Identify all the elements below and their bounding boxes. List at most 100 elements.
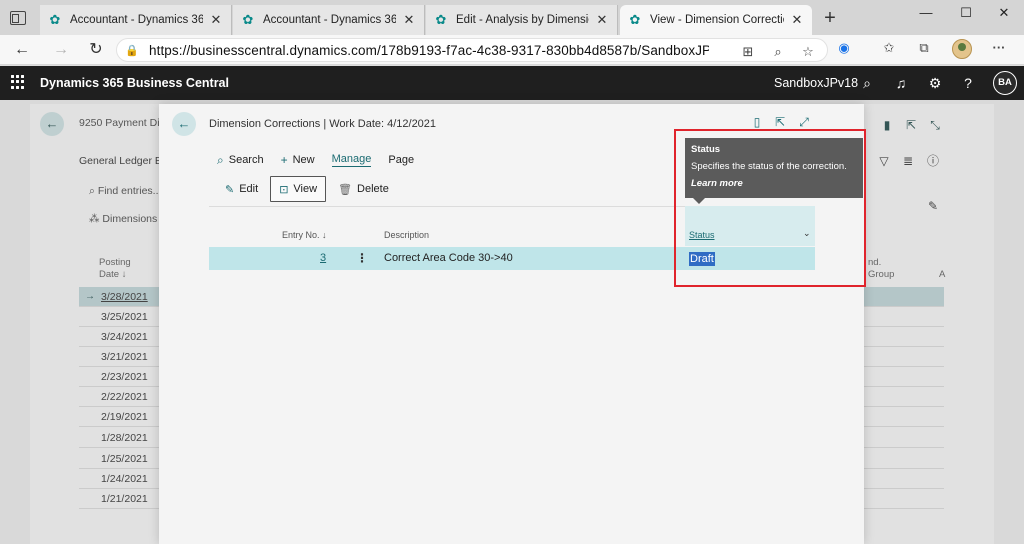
action-label: Delete: [357, 183, 389, 195]
browser-tab-strip: ✿ Accountant - Dynamics 365 Busi ✕ ✿ Acc…: [0, 0, 1024, 38]
more-options-icon[interactable]: ···: [990, 39, 1008, 57]
dimensions-icon: ⁂: [89, 213, 103, 225]
back-arrow-icon[interactable]: ←: [172, 112, 196, 136]
tab-title: View - Dimension Corrections - D: [650, 14, 784, 26]
highlight-annotation-box: [674, 129, 866, 287]
view-button[interactable]: ⊡ View: [270, 176, 327, 202]
close-icon[interactable]: ✕: [209, 12, 223, 28]
background-pin-icon: ✎: [927, 199, 939, 213]
background-col-line: nd.: [868, 257, 882, 268]
url-text: https://businesscentral.dynamics.com/178…: [149, 42, 709, 58]
environment-name: SandboxJPv18: [774, 76, 859, 90]
background-action-dimensions: ⁂ Dimensions: [89, 213, 157, 225]
favorite-star-icon[interactable]: ☆: [799, 43, 817, 61]
tab-title: Accountant - Dynamics 365 Busi: [263, 14, 396, 26]
find-entries-icon: ⌕: [89, 185, 98, 197]
edit-button[interactable]: ✎ Edit: [217, 176, 266, 202]
open-new-window-icon[interactable]: ⇱: [772, 114, 788, 130]
close-icon[interactable]: ✕: [402, 12, 416, 28]
view-icon: ⊡: [279, 183, 289, 196]
lock-icon[interactable]: 🔒: [125, 44, 139, 57]
menu-label: Manage: [331, 153, 372, 165]
background-share-icon: ⇱: [905, 118, 917, 132]
extension-icon[interactable]: ◉: [835, 39, 853, 57]
menu-new[interactable]: + New: [281, 153, 315, 167]
background-list-icon: ≣: [902, 154, 914, 168]
background-section-title: General Ledger E: [79, 155, 162, 167]
browser-tab-2[interactable]: ✿ Accountant - Dynamics 365 Busi ✕: [233, 5, 425, 35]
window-menu-icon[interactable]: [10, 11, 26, 25]
column-header-entry-no[interactable]: Entry No. ↓: [282, 230, 327, 240]
description-cell: Correct Area Code 30->40: [384, 252, 513, 264]
menu-label: Search: [228, 154, 264, 166]
app-title[interactable]: Dynamics 365 Business Central: [40, 66, 229, 100]
search-icon: ⌕: [217, 152, 224, 167]
new-tab-plus-icon[interactable]: +: [820, 8, 840, 29]
app-launcher-icon[interactable]: [11, 75, 25, 89]
background-row-date: 2/19/2021: [101, 411, 148, 423]
bell-icon[interactable]: ♫: [891, 73, 911, 93]
row-arrow-icon: →: [85, 291, 95, 302]
close-icon[interactable]: ✕: [595, 12, 609, 28]
menu-page[interactable]: Page: [388, 154, 414, 166]
back-arrow-icon[interactable]: ←: [11, 39, 33, 61]
bc-icon: ✿: [49, 12, 61, 27]
entry-no-link[interactable]: 3: [320, 247, 326, 270]
window-close-icon[interactable]: ✕: [990, 4, 1018, 24]
search-icon[interactable]: ⌕: [857, 73, 877, 93]
background-row-date: 1/21/2021: [101, 493, 148, 505]
bookmark-icon[interactable]: ▯: [749, 114, 765, 130]
collections-icon[interactable]: ⧉: [915, 39, 933, 57]
app-available-icon[interactable]: ⊞: [739, 43, 757, 61]
plus-icon: +: [280, 153, 288, 167]
trash-icon: 🗑: [338, 183, 353, 196]
maximize-icon[interactable]: ☐: [952, 4, 980, 24]
background-row-date: 3/28/2021: [101, 291, 148, 303]
background-col-line: Posting: [99, 257, 131, 268]
background-row-date: 3/24/2021: [101, 331, 148, 343]
row-menu-icon[interactable]: ⋮: [356, 247, 368, 270]
action-label: View: [293, 183, 318, 195]
background-filter-icon: ▽: [879, 154, 889, 168]
background-row-date: 1/24/2021: [101, 473, 148, 485]
background-col-letter: A: [939, 269, 946, 280]
background-bookmark-icon: ▮: [883, 118, 891, 132]
background-col-group: nd. Group: [868, 257, 894, 281]
expand-icon[interactable]: ⤢: [796, 114, 812, 130]
zoom-icon[interactable]: ⌕: [769, 43, 787, 61]
dialog-title: Dimension Corrections | Work Date: 4/12/…: [209, 118, 437, 130]
background-action-label: Dimensions: [102, 213, 158, 225]
gear-icon[interactable]: ⚙: [925, 73, 945, 93]
url-field[interactable]: 🔒 https://businesscentral.dynamics.com/1…: [116, 38, 828, 62]
background-collapse-icon: ⤡: [930, 118, 940, 132]
background-row-date: 1/28/2021: [101, 432, 148, 444]
browser-tab-4-active[interactable]: ✿ View - Dimension Corrections - D ✕: [620, 5, 812, 35]
bc-icon: ✿: [629, 12, 641, 27]
delete-button[interactable]: 🗑 Delete: [330, 176, 397, 202]
column-header-description[interactable]: Description: [384, 230, 429, 240]
background-breadcrumb: 9250 Payment Dis: [79, 117, 165, 129]
help-icon[interactable]: ?: [958, 73, 978, 93]
manage-actions: ✎ Edit ⊡ View 🗑 Delete: [217, 176, 397, 202]
background-action-find-entries: ⌕ Find entries...: [89, 185, 161, 198]
edit-page-icon: ✿: [435, 12, 447, 27]
background-row-date: 1/25/2021: [101, 453, 148, 465]
refresh-icon[interactable]: ↻: [85, 39, 107, 61]
background-row-date: 2/23/2021: [101, 371, 148, 383]
background-col-line: Date ↓: [99, 269, 127, 280]
profile-avatar[interactable]: [952, 39, 972, 59]
menu-manage[interactable]: Manage: [331, 153, 372, 167]
minimize-icon[interactable]: —: [912, 4, 940, 24]
browser-tab-3[interactable]: ✿ Edit - Analysis by Dimensions - D ✕: [426, 5, 618, 35]
favorites-icon[interactable]: ✩: [880, 39, 898, 57]
background-col-line: Group: [868, 269, 895, 280]
browser-tab-1[interactable]: ✿ Accountant - Dynamics 365 Busi ✕: [40, 5, 232, 35]
user-avatar[interactable]: BA: [993, 71, 1017, 95]
close-icon[interactable]: ✕: [790, 12, 804, 28]
forward-arrow-icon[interactable]: →: [50, 39, 72, 61]
menu-search[interactable]: ⌕ Search: [217, 153, 264, 168]
menu-label: Page: [388, 154, 415, 166]
background-info-icon: ⓘ: [926, 154, 939, 168]
tab-title: Edit - Analysis by Dimensions - D: [456, 14, 589, 26]
action-label: Edit: [239, 183, 259, 195]
